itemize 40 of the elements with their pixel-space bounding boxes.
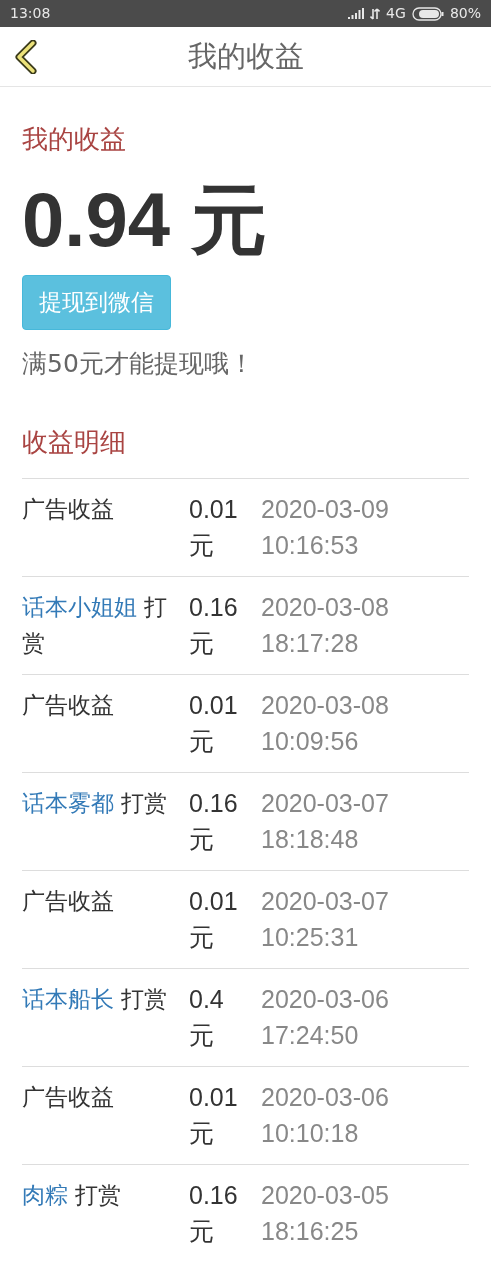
income-time: 2020-03-05 18:16:25 — [261, 1180, 390, 1247]
network-label: 4G — [386, 4, 406, 23]
page-title: 我的收益 — [187, 37, 304, 75]
income-amount: 0.16 元 — [189, 592, 239, 659]
battery-level: 80% — [449, 4, 481, 23]
back-icon — [14, 40, 38, 74]
tip-description: 话本小姐姐 打赏 — [22, 594, 168, 656]
income-source: 广告收益 — [22, 692, 114, 718]
income-time: 2020-03-08 18:17:28 — [261, 592, 390, 659]
signal-icon — [348, 8, 365, 19]
sender-link[interactable]: 肉粽 — [22, 1182, 68, 1208]
income-amount: 0.16 元 — [189, 788, 239, 855]
income-time: 2020-03-09 10:16:53 — [261, 494, 390, 561]
tip-description: 肉粽 打赏 — [22, 1182, 122, 1208]
income-source: 广告收益 — [22, 496, 114, 522]
income-time: 2020-03-07 18:18:48 — [261, 788, 390, 855]
income-amount: 0.01 元 — [189, 690, 239, 757]
income-source: 广告收益 — [22, 888, 114, 914]
balance-amount: 0.94 元 — [22, 176, 268, 264]
income-time: 2020-03-06 10:10:18 — [261, 1082, 390, 1149]
status-time: 13:08 — [10, 4, 51, 23]
withdraw-note: 满50元才能提现哦！ — [22, 348, 254, 380]
section-heading: 收益明细 — [22, 426, 126, 459]
sender-link[interactable]: 话本船长 — [22, 986, 114, 1012]
income-amount: 0.16 元 — [189, 1180, 239, 1247]
income-amount: 0.01 元 — [189, 494, 239, 561]
battery-icon — [411, 6, 444, 21]
section-heading: 我的收益 — [22, 123, 126, 156]
income-time: 2020-03-08 10:09:56 — [261, 690, 390, 757]
sender-link[interactable]: 话本小姐姐 — [22, 594, 137, 620]
tip-description: 话本雾都 打赏 — [22, 790, 168, 816]
income-source: 广告收益 — [22, 1084, 114, 1110]
income-time: 2020-03-07 10:25:31 — [261, 886, 390, 953]
sender-link[interactable]: 话本雾都 — [22, 790, 114, 816]
income-amount: 0.4 元 — [189, 984, 225, 1051]
income-amount: 0.01 元 — [189, 1082, 239, 1149]
data-arrows-icon — [370, 7, 381, 20]
income-time: 2020-03-06 17:24:50 — [261, 984, 390, 1051]
income-amount: 0.01 元 — [189, 886, 239, 953]
tip-description: 话本船长 打赏 — [22, 986, 168, 1012]
